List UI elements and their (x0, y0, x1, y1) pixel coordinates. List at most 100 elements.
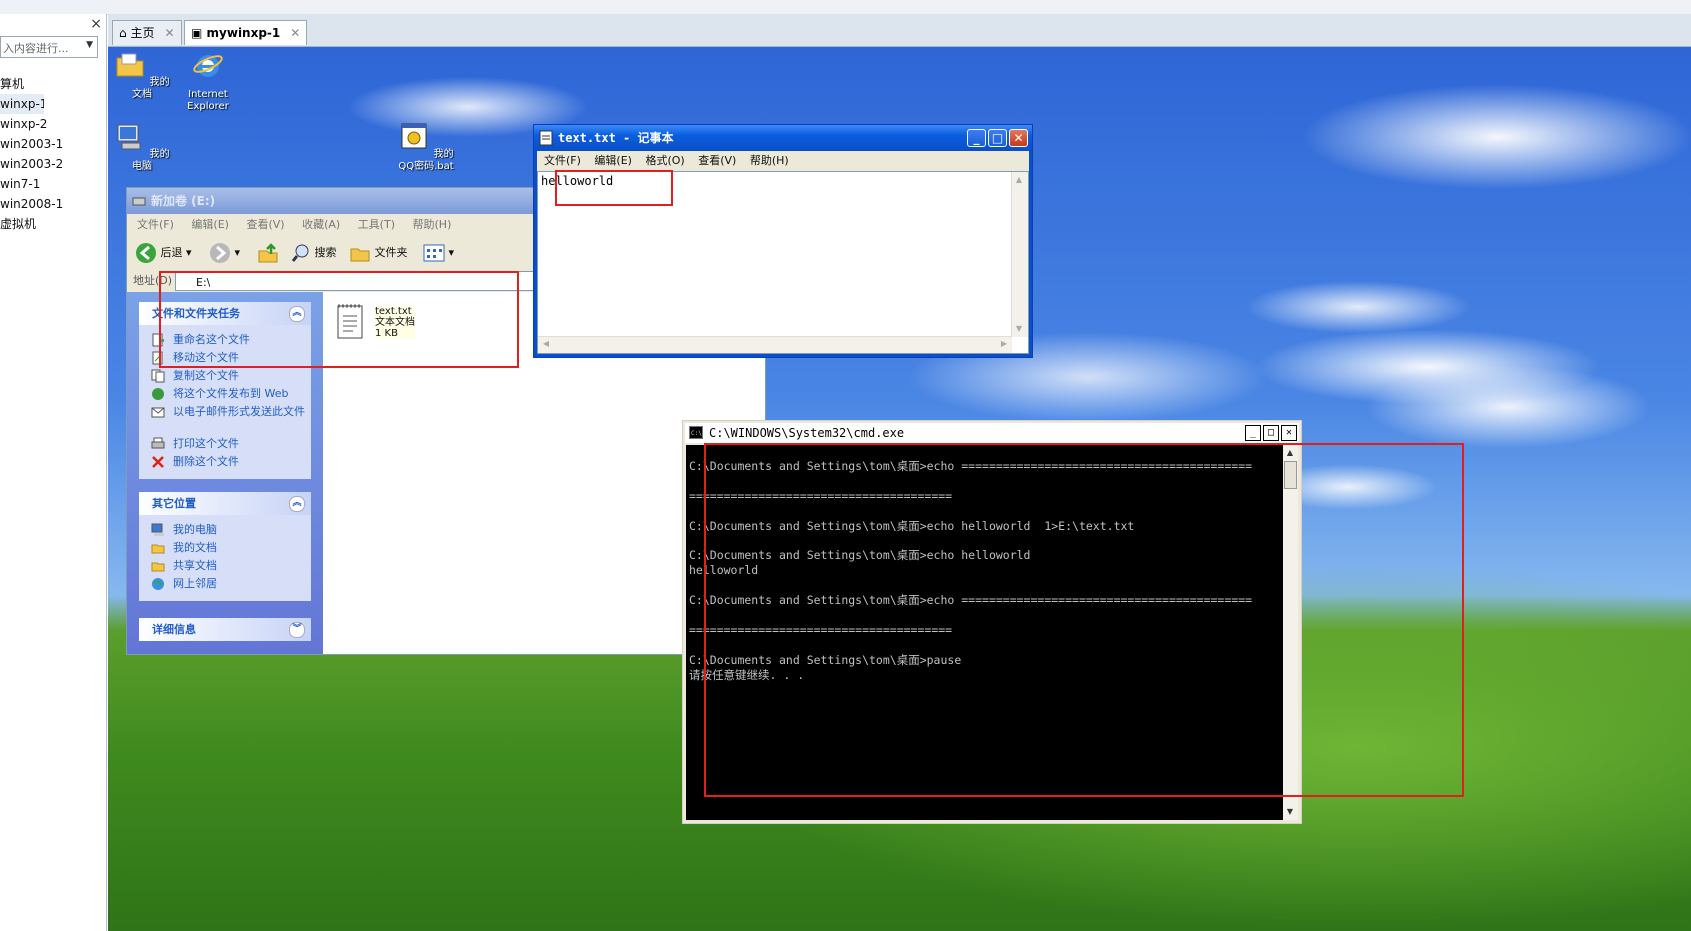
back-button[interactable]: 后退 ▾ (135, 236, 192, 270)
forward-button[interactable]: ▾ (209, 236, 240, 270)
expand-icon[interactable]: ︾ (289, 622, 305, 638)
close-button[interactable]: ✕ (1281, 425, 1297, 441)
task-label: 打印这个文件 (173, 437, 239, 450)
minimize-button[interactable]: _ (967, 129, 986, 147)
maximize-button[interactable]: □ (1263, 425, 1279, 441)
menu-file[interactable]: 文件(F) (544, 154, 581, 167)
scroll-right-icon[interactable]: ▶ (997, 337, 1011, 351)
close-icon[interactable]: ✕ (290, 26, 300, 40)
up-folder-button[interactable] (257, 236, 279, 270)
scroll-up-icon[interactable]: ▲ (1283, 446, 1297, 460)
vm-library-sidebar: × 入内容进行... ▼ 算机 winxp-1 winxp-2 win2003-… (0, 14, 107, 931)
desktop-icon-internet-explorer[interactable]: Internet Explorer (176, 49, 240, 113)
task-label: 将这个文件发布到 Web (173, 387, 289, 400)
task-copy[interactable]: 复制这个文件 (139, 367, 311, 385)
scroll-down-icon[interactable]: ▼ (1012, 322, 1026, 336)
collapse-icon[interactable]: ︽ (289, 306, 305, 322)
task-rename[interactable]: 重命名这个文件 (139, 331, 311, 349)
menu-tools[interactable]: 工具(T) (358, 218, 395, 231)
place-my-computer[interactable]: 我的电脑 (139, 521, 311, 539)
scroll-down-icon[interactable]: ▼ (1283, 805, 1297, 819)
list-item[interactable]: 虚拟机 (0, 214, 104, 234)
place-shared-documents[interactable]: 共享文档 (139, 557, 311, 575)
computer-icon (151, 523, 164, 536)
close-icon[interactable]: × (90, 16, 102, 32)
list-item[interactable]: winxp-2 (0, 114, 104, 134)
scroll-up-icon[interactable]: ▲ (1012, 173, 1026, 187)
chevron-down-icon[interactable]: ▼ (86, 40, 93, 50)
menu-view[interactable]: 查看(V) (246, 218, 284, 231)
scroll-thumb[interactable] (1284, 461, 1297, 489)
vertical-scrollbar[interactable]: ▲ ▼ (1011, 172, 1028, 337)
panel-header[interactable]: 详细信息 ︾ (139, 618, 311, 641)
delete-x-icon (152, 456, 164, 468)
folders-button[interactable]: 文件夹 (349, 236, 408, 270)
desktop-icon-my-documents[interactable]: 我的文档 (110, 49, 174, 101)
menu-edit[interactable]: 编辑(E) (191, 218, 229, 231)
collapse-icon[interactable]: ︽ (289, 496, 305, 512)
task-pane: 文件和文件夹任务 ︽ 重命名这个文件 移动这个文件 复制这个文件 将这个文件发布… (127, 292, 323, 654)
minimize-button[interactable]: _ (1245, 425, 1261, 441)
place-label: 我的电脑 (173, 523, 217, 536)
menu-favorites[interactable]: 收藏(A) (302, 218, 340, 231)
task-email[interactable]: 以电子邮件形式发送此文件 (139, 403, 311, 435)
address-label: 地址(D) (133, 274, 173, 287)
list-item[interactable]: win2003-1 (0, 134, 104, 154)
menu-help[interactable]: 帮助(H) (750, 154, 789, 167)
close-button[interactable]: ✕ (1009, 129, 1028, 147)
views-button[interactable]: ▾ (423, 236, 454, 270)
console-lines: C:\Documents and Settings\tom\桌面>echo ==… (689, 459, 1252, 683)
svg-text:C:\: C:\ (691, 430, 702, 437)
panel-header[interactable]: 文件和文件夹任务 ︽ (139, 302, 311, 325)
horizontal-scrollbar[interactable]: ◀ ▶ (538, 336, 1012, 353)
text-file-icon (337, 304, 363, 339)
desktop-icon-my-computer[interactable]: 我的电脑 (110, 121, 174, 173)
menu-file[interactable]: 文件(F) (137, 218, 174, 231)
vertical-scrollbar[interactable]: ▲ ▼ (1283, 445, 1298, 820)
file-tasks-panel: 文件和文件夹任务 ︽ 重命名这个文件 移动这个文件 复制这个文件 将这个文件发布… (139, 302, 311, 479)
close-icon[interactable]: ✕ (164, 26, 174, 40)
task-move[interactable]: 移动这个文件 (139, 349, 311, 367)
tab-home[interactable]: ⌂ 主页 ✕ (112, 20, 182, 45)
task-delete[interactable]: 删除这个文件 (139, 453, 311, 471)
list-item[interactable]: winxp-1 (0, 94, 44, 114)
scroll-left-icon[interactable]: ◀ (539, 337, 553, 351)
task-label: 移动这个文件 (173, 351, 239, 364)
views-grid-icon (423, 244, 445, 262)
notepad-titlebar[interactable]: text.txt - 记事本 _ □ ✕ (534, 125, 1032, 151)
vm-icon: ▣ (191, 26, 203, 40)
task-print[interactable]: 打印这个文件 (139, 435, 311, 453)
file-name: text.txt (375, 306, 412, 317)
back-arrow-icon (136, 243, 156, 263)
tab-mywinxp-1[interactable]: ▣ mywinxp-1 ✕ (184, 20, 308, 45)
file-item[interactable]: text.txt 文本文档 1 KB (335, 302, 415, 346)
place-my-documents[interactable]: 我的文档 (139, 539, 311, 557)
list-item[interactable]: win2008-1 (0, 194, 104, 214)
menu-help[interactable]: 帮助(H) (413, 218, 452, 231)
search-button[interactable]: 搜索 (291, 236, 337, 270)
batch-file-icon (401, 123, 427, 149)
menu-format[interactable]: 格式(O) (645, 154, 684, 167)
drive-icon (132, 197, 146, 206)
address-value: E:\ (196, 276, 211, 289)
list-item[interactable]: win2003-2 (0, 154, 104, 174)
console-output[interactable]: C:\Documents and Settings\tom\桌面>echo ==… (686, 445, 1283, 820)
window-title: 新加卷 (E:) (151, 194, 216, 208)
printer-icon (151, 437, 165, 449)
list-item[interactable]: 算机 (0, 74, 104, 94)
menu-edit[interactable]: 编辑(E) (594, 154, 632, 167)
maximize-button[interactable]: □ (988, 129, 1007, 147)
cmd-titlebar[interactable]: C:\ C:\WINDOWS\System32\cmd.exe _ □ ✕ (685, 423, 1299, 443)
notepad-text-area[interactable]: helloworld ▲ ▼ ◀ ▶ (537, 171, 1029, 354)
place-network[interactable]: 网上邻居 (139, 575, 311, 593)
menu-view[interactable]: 查看(V) (698, 154, 736, 167)
panel-header[interactable]: 其它位置 ︽ (139, 492, 311, 515)
list-item[interactable]: win7-1 (0, 174, 104, 194)
desktop-icon-qq-bat[interactable]: 我的QQ密码.bat (394, 121, 458, 173)
task-label: 删除这个文件 (173, 455, 239, 468)
task-publish-web[interactable]: 将这个文件发布到 Web (139, 385, 311, 403)
search-input[interactable]: 入内容进行... ▼ (0, 36, 98, 58)
